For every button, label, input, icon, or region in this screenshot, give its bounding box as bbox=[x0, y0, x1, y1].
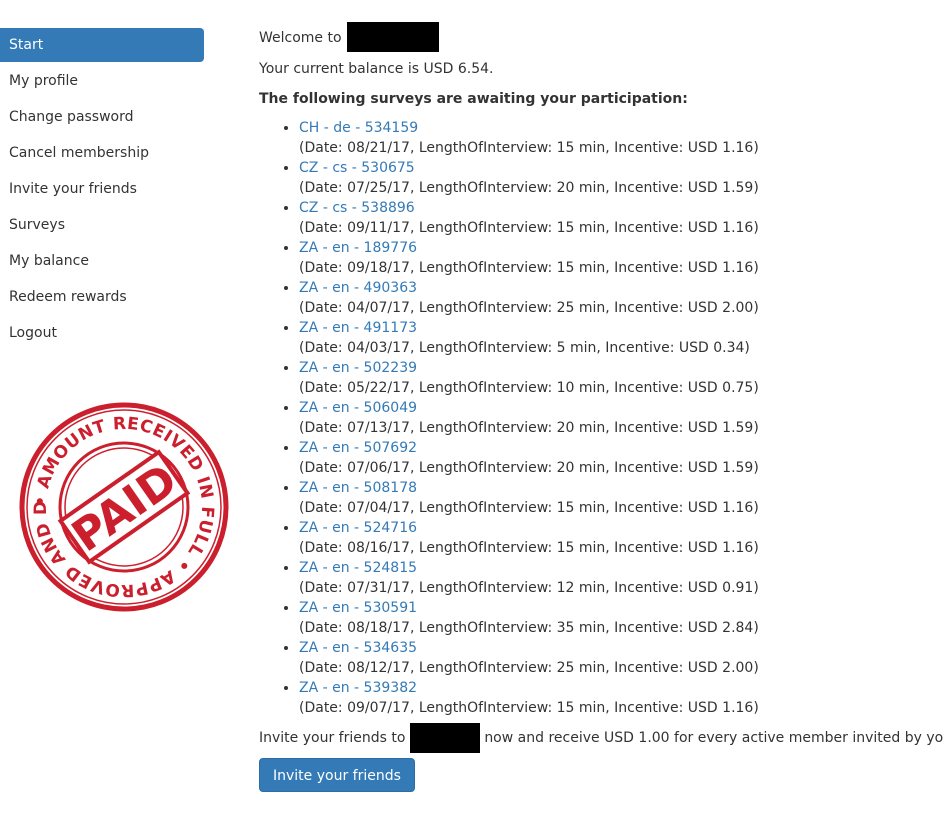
balance-text: Your current balance is USD 6.54. bbox=[259, 61, 494, 77]
survey-link[interactable]: ZA - en - 534635 bbox=[299, 640, 417, 656]
survey-item: ZA - en - 506049 (Date: 07/13/17, Length… bbox=[299, 398, 939, 438]
survey-link[interactable]: ZA - en - 506049 bbox=[299, 400, 417, 416]
main-content: Welcome to Your current balance is USD 6… bbox=[259, 22, 944, 792]
survey-link[interactable]: ZA - en - 530591 bbox=[299, 600, 417, 616]
survey-link[interactable]: ZA - en - 508178 bbox=[299, 480, 417, 496]
invite-friends-button[interactable]: Invite your friends bbox=[259, 758, 415, 792]
survey-link[interactable]: ZA - en - 507692 bbox=[299, 440, 417, 456]
survey-link[interactable]: ZA - en - 502239 bbox=[299, 360, 417, 376]
survey-details: (Date: 07/31/17, LengthOfInterview: 12 m… bbox=[299, 580, 759, 596]
survey-item: ZA - en - 507692 (Date: 07/06/17, Length… bbox=[299, 438, 939, 478]
survey-link[interactable]: ZA - en - 539382 bbox=[299, 680, 417, 696]
survey-details: (Date: 07/25/17, LengthOfInterview: 20 m… bbox=[299, 180, 759, 196]
redacted-name bbox=[347, 22, 439, 52]
survey-item: ZA - en - 490363 (Date: 04/07/17, Length… bbox=[299, 278, 939, 318]
welcome-text: Welcome to bbox=[259, 30, 342, 46]
sidebar-item-cancel-membership[interactable]: Cancel membership bbox=[0, 136, 204, 170]
invite-text-line: Invite your friends to now and receive U… bbox=[259, 723, 944, 753]
survey-item: CZ - cs - 538896 (Date: 09/11/17, Length… bbox=[299, 198, 939, 238]
survey-item: ZA - en - 508178 (Date: 07/04/17, Length… bbox=[299, 478, 939, 518]
sidebar-item-change-password[interactable]: Change password bbox=[0, 100, 204, 134]
sidebar-item-my-balance[interactable]: My balance bbox=[0, 244, 204, 278]
sidebar-item-invite-friends[interactable]: Invite your friends bbox=[0, 172, 204, 206]
survey-details: (Date: 08/16/17, LengthOfInterview: 15 m… bbox=[299, 540, 759, 556]
survey-details: (Date: 07/04/17, LengthOfInterview: 15 m… bbox=[299, 500, 759, 516]
survey-link[interactable]: CZ - cs - 530675 bbox=[299, 160, 415, 176]
survey-item: ZA - en - 189776 (Date: 09/18/17, Length… bbox=[299, 238, 939, 278]
survey-link[interactable]: ZA - en - 524716 bbox=[299, 520, 417, 536]
invite-suffix-text: now and receive USD 1.00 for every activ… bbox=[484, 730, 944, 746]
survey-details: (Date: 07/13/17, LengthOfInterview: 20 m… bbox=[299, 420, 759, 436]
survey-details: (Date: 04/07/17, LengthOfInterview: 25 m… bbox=[299, 300, 759, 316]
surveys-heading: The following surveys are awaiting your … bbox=[259, 91, 688, 107]
survey-details: (Date: 05/22/17, LengthOfInterview: 10 m… bbox=[299, 380, 759, 396]
survey-item: ZA - en - 491173 (Date: 04/03/17, Length… bbox=[299, 318, 939, 358]
survey-item: ZA - en - 524716 (Date: 08/16/17, Length… bbox=[299, 518, 939, 558]
survey-item: ZA - en - 539382 (Date: 09/07/17, Length… bbox=[299, 678, 939, 718]
survey-link[interactable]: CZ - cs - 538896 bbox=[299, 200, 415, 216]
survey-details: (Date: 08/18/17, LengthOfInterview: 35 m… bbox=[299, 620, 759, 636]
sidebar-item-logout[interactable]: Logout bbox=[0, 316, 204, 350]
sidebar-nav: Start My profile Change password Cancel … bbox=[0, 28, 204, 352]
survey-details: (Date: 09/18/17, LengthOfInterview: 15 m… bbox=[299, 260, 759, 276]
survey-details: (Date: 07/06/17, LengthOfInterview: 20 m… bbox=[299, 460, 759, 476]
sidebar-item-surveys[interactable]: Surveys bbox=[0, 208, 204, 242]
survey-details: (Date: 04/03/17, LengthOfInterview: 5 mi… bbox=[299, 340, 750, 356]
welcome-line: Welcome to bbox=[259, 22, 939, 52]
paid-stamp: • AMOUNT RECEIVED IN FULL • APPROVED AND… bbox=[18, 401, 229, 612]
survey-link[interactable]: CH - de - 534159 bbox=[299, 120, 418, 136]
survey-item: ZA - en - 502239 (Date: 05/22/17, Length… bbox=[299, 358, 939, 398]
survey-link[interactable]: ZA - en - 189776 bbox=[299, 240, 417, 256]
survey-item: ZA - en - 534635 (Date: 08/12/17, Length… bbox=[299, 638, 939, 678]
sidebar-item-redeem-rewards[interactable]: Redeem rewards bbox=[0, 280, 204, 314]
survey-item: ZA - en - 530591 (Date: 08/18/17, Length… bbox=[299, 598, 939, 638]
survey-details: (Date: 09/07/17, LengthOfInterview: 15 m… bbox=[299, 700, 759, 716]
survey-item: ZA - en - 524815 (Date: 07/31/17, Length… bbox=[299, 558, 939, 598]
survey-details: (Date: 09/11/17, LengthOfInterview: 15 m… bbox=[299, 220, 759, 236]
survey-list: CH - de - 534159 (Date: 08/21/17, Length… bbox=[259, 118, 939, 718]
survey-item: CZ - cs - 530675 (Date: 07/25/17, Length… bbox=[299, 158, 939, 198]
survey-details: (Date: 08/12/17, LengthOfInterview: 25 m… bbox=[299, 660, 759, 676]
survey-link[interactable]: ZA - en - 490363 bbox=[299, 280, 417, 296]
sidebar-item-my-profile[interactable]: My profile bbox=[0, 64, 204, 98]
survey-link[interactable]: ZA - en - 524815 bbox=[299, 560, 417, 576]
survey-item: CH - de - 534159 (Date: 08/21/17, Length… bbox=[299, 118, 939, 158]
invite-prefix-text: Invite your friends to bbox=[259, 730, 406, 746]
survey-link[interactable]: ZA - en - 491173 bbox=[299, 320, 417, 336]
redacted-site-name bbox=[409, 723, 480, 753]
survey-details: (Date: 08/21/17, LengthOfInterview: 15 m… bbox=[299, 140, 759, 156]
sidebar-item-start[interactable]: Start bbox=[0, 28, 204, 62]
